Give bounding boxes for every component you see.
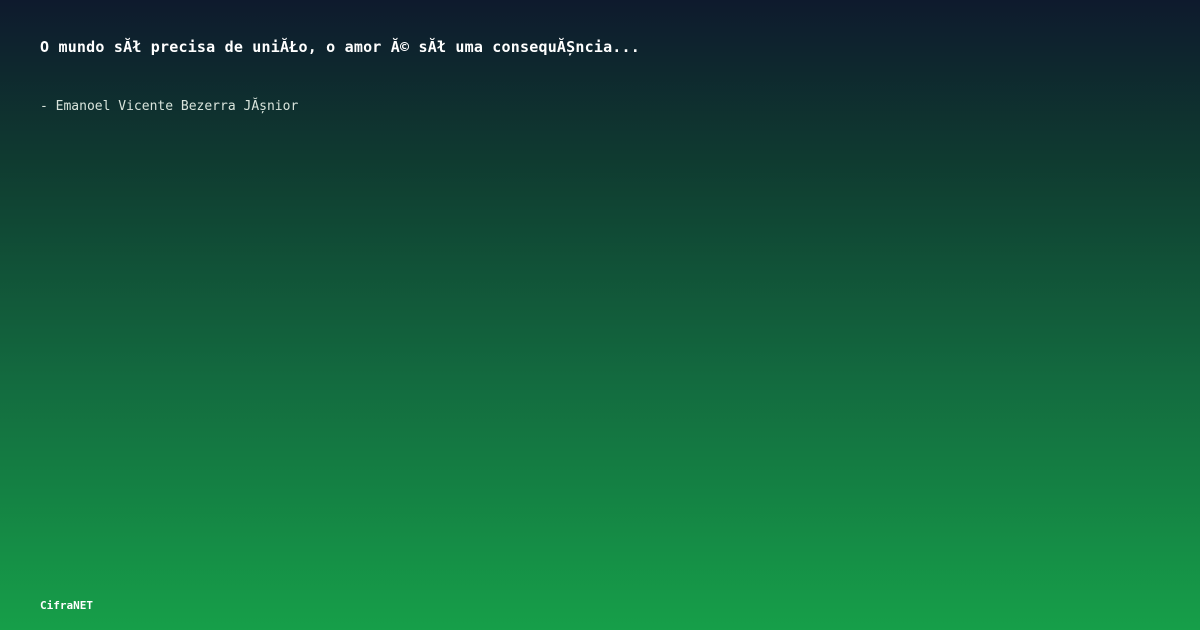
quote-author: - Emanoel Vicente Bezerra JĂșnior (40, 99, 299, 114)
quote-text: O mundo sĂł precisa de uniĂŁo, o amor Ă©… (40, 38, 640, 56)
brand-logo-text: CifraNET (40, 599, 93, 612)
